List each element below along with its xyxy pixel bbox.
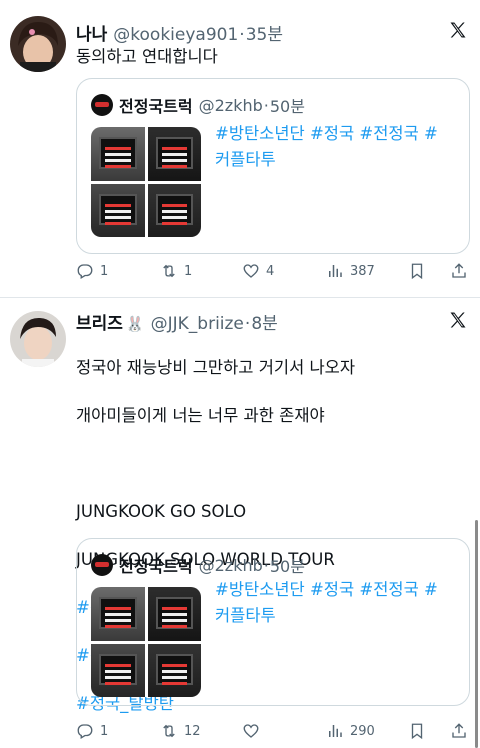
bookmark-button[interactable] [408, 262, 432, 280]
quote-display-name: 전정국트럭 [119, 557, 193, 576]
like-icon [243, 724, 259, 738]
tweet[interactable]: 나나 @kookieya901 · 35분 동의하고 연대합니다 전정국트럭 @… [0, 0, 480, 297]
like-button[interactable]: 4 [242, 262, 274, 280]
bookmark-icon [411, 723, 423, 740]
quote-header: 전정국트럭 @2zkhb · 50분 [91, 93, 305, 117]
display-name[interactable]: 나나 [76, 20, 107, 45]
user-handle[interactable]: @kookieya901 [113, 25, 238, 45]
quote-handle: @2zkhb [198, 95, 263, 115]
scrollbar[interactable] [475, 520, 478, 748]
view-count: 387 [350, 263, 375, 279]
quote-image [147, 183, 201, 237]
like-button[interactable] [242, 722, 266, 740]
quote-text-line: 커플타투 [215, 150, 276, 169]
reply-button[interactable]: 1 [76, 722, 108, 740]
share-button[interactable] [450, 722, 474, 740]
reply-icon [77, 724, 93, 739]
separator-dot: · [263, 555, 269, 575]
bookmark-button[interactable] [408, 722, 432, 740]
separator-dot: · [263, 95, 269, 115]
quote-text-line: #방탄소년단 #정국 #전정국 # [215, 124, 438, 143]
quote-image [91, 643, 145, 697]
reply-count: 1 [100, 263, 109, 279]
user-handle[interactable]: @JJK_briize [151, 314, 244, 334]
quote-avatar [91, 554, 113, 576]
quote-timestamp: 50분 [269, 557, 305, 576]
timestamp[interactable]: 35분 [246, 20, 283, 45]
quote-image [91, 587, 145, 641]
quote-image [147, 643, 201, 697]
separator-dot: · [239, 25, 245, 45]
text-line: 개아미들이게 너는 너무 과한 존재야 [76, 406, 325, 425]
quote-image [147, 587, 201, 641]
like-icon [243, 264, 259, 278]
timestamp[interactable]: 8분 [251, 309, 277, 334]
reply-icon [77, 264, 93, 279]
quote-tweet-card[interactable]: 전정국트럭 @2zkhb · 50분 #방탄소년단 #정국 #전정국 # 커플타… [76, 78, 470, 254]
retweet-count: 12 [184, 723, 201, 739]
quote-image [147, 127, 201, 181]
quote-text: #방탄소년단 #정국 #전정국 # 커플타투 [215, 577, 460, 629]
avatar[interactable] [10, 311, 66, 367]
views-icon [329, 265, 342, 277]
quote-text-line: 커플타투 [215, 606, 276, 625]
text-line: JUNGKOOK GO SOLO [76, 502, 247, 521]
tweet-header: 브리즈 🐰 @JJK_briize · 8분 [76, 309, 278, 334]
views-button[interactable]: 387 [326, 262, 375, 280]
rabbit-emoji: 🐰 [125, 315, 145, 333]
display-name[interactable]: 브리즈 [76, 309, 123, 334]
share-button[interactable] [450, 262, 474, 280]
x-logo-icon [450, 312, 466, 328]
share-icon [452, 263, 466, 278]
bookmark-icon [411, 263, 423, 280]
retweet-button[interactable]: 12 [160, 722, 201, 740]
quote-image [91, 183, 145, 237]
share-icon [452, 723, 466, 738]
views-icon [329, 725, 342, 737]
x-logo-icon [450, 22, 466, 38]
tweet-text: 동의하고 연대합니다 [76, 47, 218, 66]
retweet-icon [163, 264, 175, 278]
avatar[interactable] [10, 16, 66, 72]
text-line: 정국아 재능낭비 그만하고 거기서 나오자 [76, 358, 356, 377]
text-line [76, 452, 355, 476]
tweet[interactable]: 브리즈 🐰 @JJK_briize · 8분 정국아 재능낭비 그만하고 거기서… [0, 297, 480, 748]
quote-media-grid[interactable] [91, 127, 201, 237]
like-count: 4 [266, 263, 275, 279]
quote-media-grid[interactable] [91, 587, 201, 697]
retweet-count: 1 [184, 263, 193, 279]
quote-text-line: #방탄소년단 #정국 #전정국 # [215, 580, 438, 599]
quote-handle: @2zkhb [198, 555, 263, 575]
quote-text: #방탄소년단 #정국 #전정국 # 커플타투 [215, 121, 460, 173]
quote-display-name: 전정국트럭 [119, 97, 193, 116]
separator-dot: · [244, 314, 251, 334]
reply-count: 1 [100, 723, 109, 739]
tweet-header: 나나 @kookieya901 · 35분 [76, 20, 283, 45]
retweet-icon [163, 724, 175, 738]
tweet-actions: 1 1 4 387 [76, 262, 472, 286]
reply-button[interactable]: 1 [76, 262, 108, 280]
retweet-button[interactable]: 1 [160, 262, 192, 280]
quote-image [91, 127, 145, 181]
quote-tweet-card[interactable]: 전정국트럭 @2zkhb · 50분 #방탄소년단 #정국 #전정국 # 커플타… [76, 538, 470, 706]
quote-timestamp: 50분 [269, 97, 305, 116]
views-button[interactable]: 290 [326, 722, 375, 740]
view-count: 290 [350, 723, 375, 739]
quote-avatar [91, 94, 113, 116]
quote-header: 전정국트럭 @2zkhb · 50분 [91, 553, 305, 577]
tweet-actions: 1 12 290 [76, 722, 472, 746]
